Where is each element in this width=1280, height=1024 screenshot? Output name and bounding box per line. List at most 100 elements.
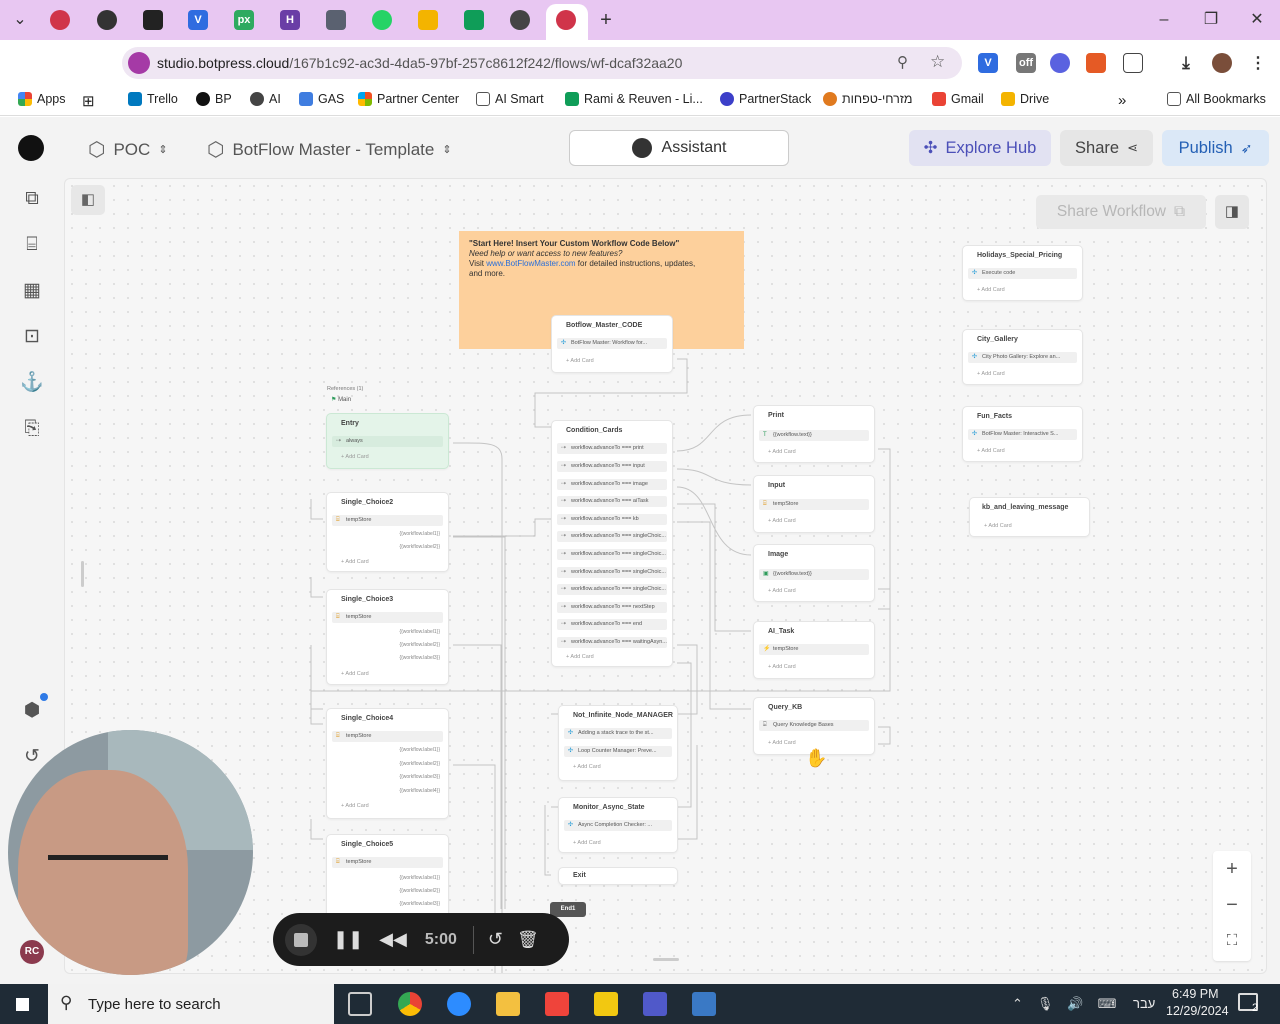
- task-view-icon[interactable]: [348, 992, 372, 1016]
- card-condition-sc3[interactable]: ⇢ workflow.advanceTo === singleChoic...: [557, 549, 667, 560]
- bookmark-apps[interactable]: Apps: [18, 92, 66, 106]
- node-print[interactable]: Print T {{workflow.text}} + Add Card: [753, 405, 875, 463]
- card-async-checker[interactable]: ✣ Async Completion Checker: ...: [564, 820, 672, 831]
- add-card-button[interactable]: + Add Card: [977, 371, 1005, 377]
- node-botflow-master-code[interactable]: Botflow_Master_CODE ✣ BotFlow Master: Wor…: [551, 315, 673, 373]
- card-condition-image[interactable]: ⇢ workflow.advanceTo === image: [557, 479, 667, 490]
- tab-icon-sheets[interactable]: [464, 10, 484, 30]
- node-condition-cards[interactable]: Condition_Cards ⇢ workflow.advanceTo === …: [551, 420, 673, 667]
- tab-icon-5[interactable]: px: [234, 10, 254, 30]
- card-ai[interactable]: ⚡ tempStore: [759, 644, 869, 655]
- remote-desktop-icon[interactable]: [692, 992, 716, 1016]
- teams-icon[interactable]: [643, 992, 667, 1016]
- canvas-resize-handle[interactable]: [81, 561, 84, 587]
- file-explorer-icon[interactable]: [496, 992, 520, 1016]
- node-query-kb[interactable]: Query_KB ⌹ Query Knowledge Bases + Add Ca…: [753, 697, 875, 755]
- language-indicator[interactable]: עבר: [1133, 996, 1155, 1011]
- tab-icon-7[interactable]: [326, 10, 346, 30]
- network-icon[interactable]: ⌨: [1098, 996, 1117, 1012]
- trash-icon[interactable]: 🗑: [517, 930, 539, 950]
- card-tempstore[interactable]: ⌸ tempStore: [332, 612, 443, 623]
- bookmark-drive[interactable]: Drive: [1001, 92, 1049, 106]
- toggle-panel-button[interactable]: ◧: [71, 185, 105, 215]
- add-card-button[interactable]: + Add Card: [341, 803, 369, 809]
- tables-icon[interactable]: ▦: [20, 279, 44, 303]
- zoom-app-icon[interactable]: [447, 992, 471, 1016]
- restore-icon[interactable]: ❐: [1199, 8, 1223, 32]
- chevron-up-icon[interactable]: ⌃: [1012, 996, 1023, 1012]
- new-tab-icon[interactable]: +: [594, 8, 618, 32]
- all-bookmarks[interactable]: All Bookmarks: [1167, 92, 1266, 106]
- add-card-button[interactable]: + Add Card: [566, 358, 594, 364]
- right-panel-toggle[interactable]: ◨: [1215, 195, 1249, 229]
- active-tab[interactable]: [546, 4, 588, 40]
- card-condition-sc4[interactable]: ⇢ workflow.advanceTo === singleChoic...: [557, 567, 667, 578]
- bot-breadcrumb[interactable]: ⬡ BotFlow Master - Template ⇕: [207, 137, 452, 162]
- tab-icon-chatgpt[interactable]: [510, 10, 530, 30]
- share-button[interactable]: Share ⋖: [1060, 130, 1153, 166]
- bookmark-gmail[interactable]: Gmail: [932, 92, 984, 106]
- address-bar[interactable]: studio.botpress.cloud/167b1c92-ac3d-4da5…: [122, 47, 962, 79]
- taskbar-search-box[interactable]: ⚲ Type here to search: [48, 984, 334, 1024]
- add-card-button[interactable]: + Add Card: [768, 664, 796, 670]
- assistant-button[interactable]: Assistant: [569, 130, 789, 166]
- add-card-button[interactable]: + Add Card: [566, 654, 594, 660]
- site-info-icon[interactable]: [128, 52, 150, 74]
- tab-icon-4[interactable]: V: [188, 10, 208, 30]
- card-condition-nextstep[interactable]: ⇢ workflow.advanceTo === nextStep: [557, 602, 667, 613]
- node-kb-and-leaving-message[interactable]: kb_and_leaving_message + Add Card: [969, 497, 1090, 537]
- bookmark-bp[interactable]: BP: [196, 92, 232, 106]
- card-condition-aitask[interactable]: ⇢ workflow.advanceTo === aiTask: [557, 496, 667, 507]
- tab-icon-2[interactable]: [97, 10, 117, 30]
- extensions-icon[interactable]: [1123, 53, 1143, 73]
- card-image[interactable]: ▣ {{workflow.text}}: [759, 569, 869, 580]
- publish-button[interactable]: Publish ➶: [1162, 130, 1269, 166]
- add-card-button[interactable]: + Add Card: [768, 449, 796, 455]
- zoom-out-icon[interactable]: −: [1213, 887, 1251, 923]
- card-condition-sc2[interactable]: ⇢ workflow.advanceTo === singleChoic...: [557, 531, 667, 542]
- hooks-icon[interactable]: ⚓: [20, 371, 44, 395]
- add-card-button[interactable]: + Add Card: [977, 448, 1005, 454]
- card-fun-facts[interactable]: ✣ BotFlow Master: Interactive S...: [968, 429, 1077, 440]
- card-execute-code[interactable]: ✣ Execute code: [968, 268, 1077, 279]
- ext-star-icon[interactable]: [1050, 53, 1070, 73]
- bookmark-ai-smart[interactable]: AI Smart: [476, 92, 544, 106]
- node-single-choice4[interactable]: Single_Choice4 ⌸ tempStore {{workflow.lab…: [326, 708, 449, 819]
- node-monitor-async[interactable]: Monitor_Async_State ✣ Async Completion Ch…: [558, 797, 678, 853]
- add-card-button[interactable]: + Add Card: [341, 454, 369, 460]
- chrome-icon[interactable]: [398, 992, 422, 1016]
- sticky-link[interactable]: www.BotFlowMaster.com: [486, 259, 575, 268]
- node-not-infinite-manager[interactable]: Not_Infinite_Node_MANAGER ✣ Adding a stac…: [558, 705, 678, 781]
- windows-start-icon[interactable]: [14, 996, 31, 1013]
- node-ai-task[interactable]: AI_Task ⚡ tempStore + Add Card: [753, 621, 875, 679]
- add-card-button[interactable]: + Add Card: [768, 740, 796, 746]
- card-condition-sc5[interactable]: ⇢ workflow.advanceTo === singleChoic...: [557, 584, 667, 595]
- clock-time[interactable]: 6:49 PM: [1172, 987, 1219, 1001]
- node-fun-facts[interactable]: Fun_Facts ✣ BotFlow Master: Interactive S…: [962, 406, 1083, 462]
- bookmarks-overflow-icon[interactable]: »: [1118, 92, 1126, 109]
- card-stack-trace[interactable]: ✣ Adding a stack trace to the st...: [564, 728, 672, 739]
- tab-icon-3[interactable]: [143, 10, 163, 30]
- card-condition-end[interactable]: ⇢ workflow.advanceTo === end: [557, 619, 667, 630]
- bookmark-partnerstack[interactable]: PartnerStack: [720, 92, 811, 106]
- profile-avatar[interactable]: [1212, 53, 1232, 73]
- main-label[interactable]: ⚑ Main: [331, 396, 351, 403]
- node-city-gallery[interactable]: City_Gallery ✣ City Photo Gallery: Explor…: [962, 329, 1083, 385]
- add-card-button[interactable]: + Add Card: [341, 671, 369, 677]
- card-always[interactable]: ⇢ always: [332, 436, 443, 447]
- card-condition-input[interactable]: ⇢ workflow.advanceTo === input: [557, 461, 667, 472]
- tab-groups-icon[interactable]: ⊞: [82, 92, 95, 110]
- add-card-button[interactable]: + Add Card: [341, 559, 369, 565]
- history-icon[interactable]: ↺: [20, 745, 44, 769]
- tab-icon-1[interactable]: [50, 10, 70, 30]
- minimize-icon[interactable]: –: [1152, 8, 1176, 32]
- bottom-resize-handle[interactable]: [653, 958, 679, 961]
- zoom-icon[interactable]: ⚲: [897, 53, 908, 71]
- card-condition-waiting[interactable]: ⇢ workflow.advanceTo === waitingAsyn...: [557, 637, 667, 648]
- explore-hub-button[interactable]: ✣ Explore Hub: [909, 130, 1051, 166]
- mic-icon[interactable]: 🎙: [1037, 996, 1054, 1012]
- download-icon[interactable]: ⤓: [1176, 53, 1196, 73]
- speaker-icon[interactable]: 🔊: [1067, 996, 1083, 1012]
- fullscreen-icon[interactable]: ⛶: [1213, 923, 1251, 959]
- bookmark-gas[interactable]: GAS: [299, 92, 344, 106]
